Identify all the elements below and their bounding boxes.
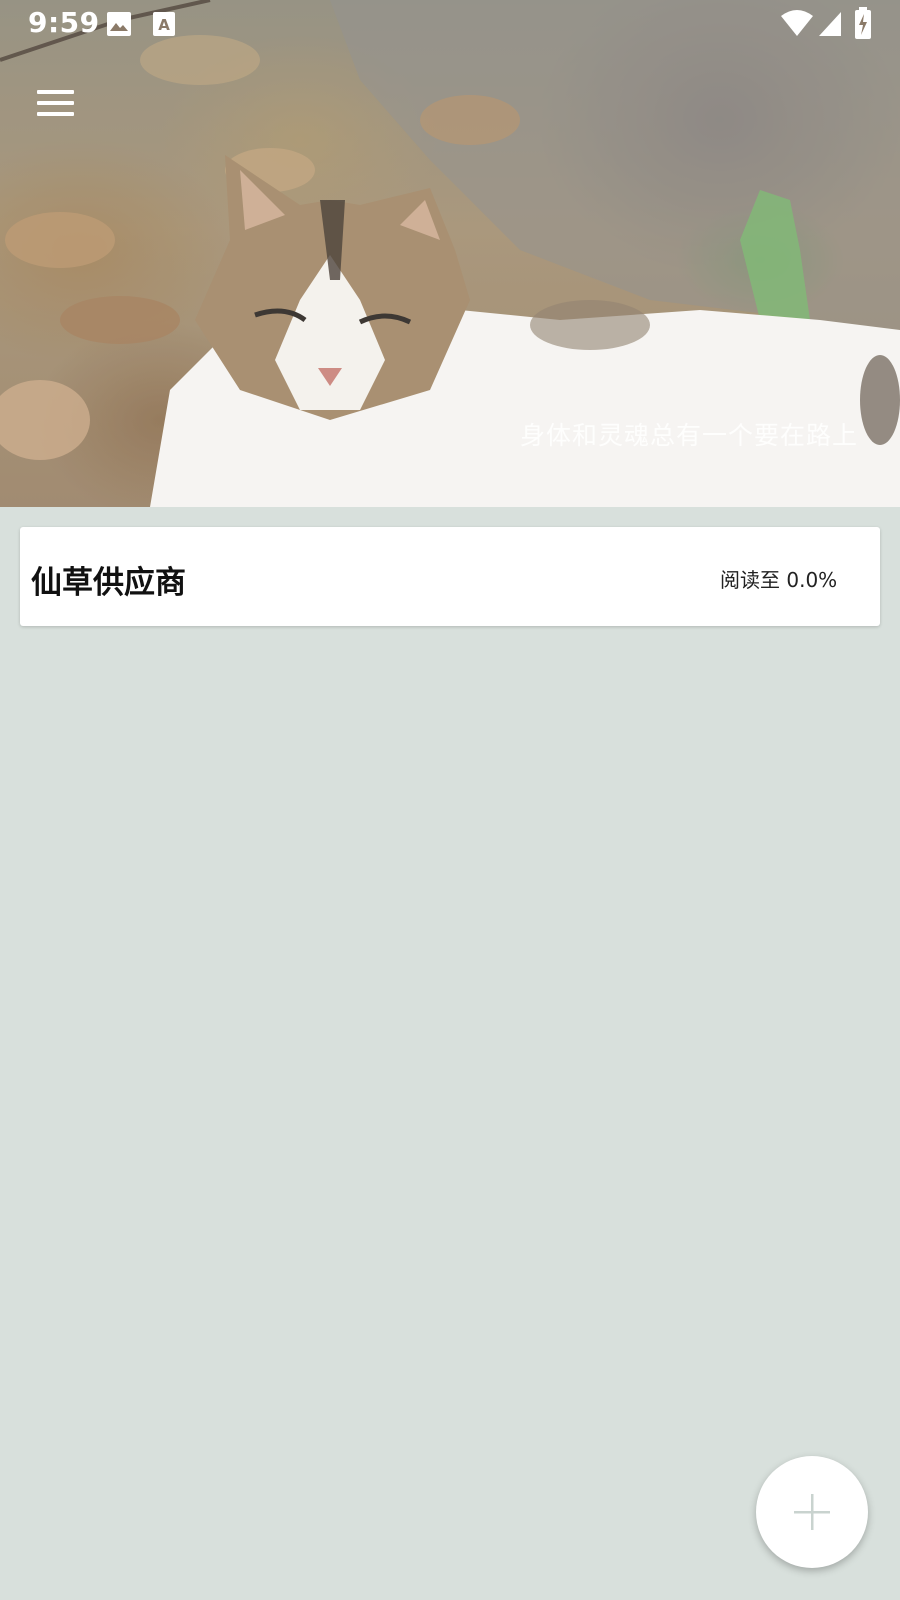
battery-charging-icon bbox=[855, 7, 871, 39]
svg-text:A: A bbox=[158, 16, 170, 34]
header-image: 身体和灵魂总有一个要在路上 bbox=[0, 0, 900, 507]
plus-icon bbox=[794, 1494, 830, 1530]
menu-button[interactable] bbox=[30, 80, 82, 126]
image-notification-icon bbox=[107, 12, 131, 36]
header-quote: 身体和灵魂总有一个要在路上 bbox=[519, 421, 858, 450]
reading-progress: 阅读至 0.0% bbox=[720, 568, 838, 592]
cell-signal-icon bbox=[819, 12, 841, 36]
status-bar: 9:59 A bbox=[0, 0, 900, 48]
status-time: 9:59 bbox=[28, 6, 100, 39]
add-book-button[interactable] bbox=[756, 1456, 868, 1568]
book-title: 仙草供应商 bbox=[31, 565, 186, 601]
wifi-icon bbox=[781, 10, 813, 36]
text-notification-icon: A bbox=[153, 12, 175, 36]
book-card[interactable]: 仙草供应商 阅读至 0.0% bbox=[20, 527, 880, 626]
